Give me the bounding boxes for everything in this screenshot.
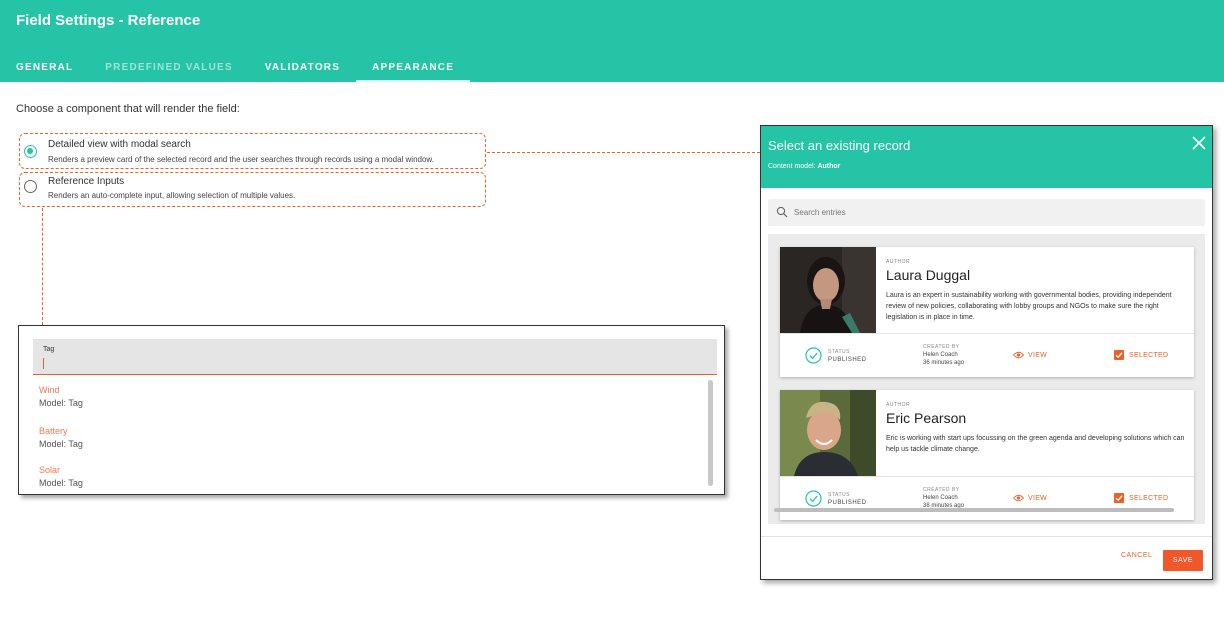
status-label: STATUS <box>828 492 850 498</box>
tag-item-model: Model: Tag <box>39 478 83 488</box>
status-label: STATUS <box>828 349 850 355</box>
select-record-modal: Select an existing record Content model:… <box>760 125 1213 580</box>
modal-subtitle: Content model: Author <box>768 163 840 170</box>
tag-list-scrollbar[interactable] <box>708 380 713 486</box>
close-icon[interactable] <box>1190 134 1208 152</box>
tag-item-name: Battery <box>39 426 68 436</box>
radio-detailed-view[interactable] <box>24 145 37 158</box>
page-title: Field Settings - Reference <box>16 12 201 29</box>
tab-appearance[interactable]: APPEARANCE <box>356 52 471 82</box>
radio-reference-inputs[interactable] <box>24 180 37 193</box>
modal-header: Select an existing record Content model:… <box>761 126 1212 188</box>
option-detailed-view-title: Detailed view with modal search <box>48 139 191 150</box>
created-by-name: Helen Coach <box>923 495 958 501</box>
tag-item-model: Model: Tag <box>39 439 83 449</box>
tag-autocomplete-panel: Tag Wind Model: Tag Battery Model: Tag S… <box>18 325 725 495</box>
results-list: AUTHOR Laura Duggal Laura is an expert i… <box>768 234 1205 524</box>
view-label: VIEW <box>1028 494 1048 502</box>
list-item[interactable]: Wind Model: Tag <box>39 385 83 408</box>
view-button[interactable]: VIEW <box>1013 494 1047 502</box>
connector-to-tag-panel <box>42 208 43 325</box>
author-photo <box>780 247 876 333</box>
field-settings-page: Field Settings - Reference GENERAL PREDE… <box>0 0 1224 632</box>
created-by-name: Helen Coach <box>923 352 958 358</box>
card-footer: STATUS PUBLISHED CREATED BY Helen Coach … <box>780 333 1194 377</box>
view-button[interactable]: VIEW <box>1013 351 1047 359</box>
view-label: VIEW <box>1028 351 1048 359</box>
modal-footer: CANCEL SAVE <box>761 536 1212 579</box>
created-by-label: CREATED BY <box>923 487 960 493</box>
tag-input-label: Tag <box>43 346 55 353</box>
tag-item-name: Wind <box>39 385 60 395</box>
option-detailed-view-description: Renders a preview card of the selected r… <box>48 155 434 164</box>
tag-item-model: Model: Tag <box>39 398 83 408</box>
search-placeholder: Search entries <box>794 208 846 217</box>
save-button[interactable]: SAVE <box>1163 550 1203 571</box>
header-bar: Field Settings - Reference GENERAL PREDE… <box>0 0 1224 82</box>
content-model-name: Author <box>817 163 841 170</box>
author-photo <box>780 390 876 476</box>
cancel-button[interactable]: CANCEL <box>1121 552 1152 559</box>
check-circle-icon <box>805 490 822 507</box>
tag-input[interactable]: Tag <box>33 339 717 375</box>
tab-validators[interactable]: VALIDATORS <box>249 52 356 82</box>
search-input[interactable]: Search entries <box>768 199 1205 226</box>
tab-predefined-values[interactable]: PREDEFINED VALUES <box>89 52 248 82</box>
list-item[interactable]: Solar Model: Tag <box>39 465 83 488</box>
card-kind: AUTHOR <box>886 259 911 265</box>
record-card[interactable]: AUTHOR Laura Duggal Laura is an expert i… <box>780 247 1194 377</box>
tag-item-name: Solar <box>39 465 61 475</box>
created-time: 36 minutes ago <box>923 360 965 366</box>
content-model-label: Content model: <box>768 163 816 170</box>
option-reference-inputs-title: Reference Inputs <box>48 176 125 187</box>
text-caret <box>43 358 44 369</box>
selected-toggle[interactable]: SELECTED <box>1114 350 1168 360</box>
check-circle-icon <box>805 347 822 364</box>
modal-title: Select an existing record <box>768 138 911 153</box>
card-name: Laura Duggal <box>886 267 971 283</box>
status-value: PUBLISHED <box>828 500 867 506</box>
list-item[interactable]: Battery Model: Tag <box>39 426 83 449</box>
card-kind: AUTHOR <box>886 402 911 408</box>
search-icon <box>776 206 788 218</box>
selected-label: SELECTED <box>1129 351 1169 359</box>
record-card[interactable]: AUTHOR Eric Pearson Eric is working with… <box>780 390 1194 520</box>
checkbox-checked-icon <box>1114 350 1124 360</box>
selected-toggle[interactable]: SELECTED <box>1114 493 1168 503</box>
connector-to-modal <box>487 152 760 153</box>
eye-icon <box>1013 351 1024 359</box>
tab-general[interactable]: GENERAL <box>0 52 89 82</box>
tab-bar: GENERAL PREDEFINED VALUES VALIDATORS APP… <box>0 52 471 82</box>
card-description: Laura is an expert in sustainability wor… <box>886 292 1172 321</box>
card-name: Eric Pearson <box>886 410 967 426</box>
card-description: Eric is working with start ups focussing… <box>886 435 1185 453</box>
created-by-label: CREATED BY <box>923 344 960 350</box>
component-prompt: Choose a component that will render the … <box>16 103 240 115</box>
status-value: PUBLISHED <box>828 357 867 363</box>
tag-suggestion-list: Wind Model: Tag Battery Model: Tag Solar… <box>33 376 717 494</box>
eye-icon <box>1013 494 1024 502</box>
results-scrollbar[interactable] <box>774 508 1174 512</box>
card-footer: STATUS PUBLISHED CREATED BY Helen Coach … <box>780 476 1194 520</box>
selected-label: SELECTED <box>1129 494 1169 502</box>
option-reference-inputs-description: Renders an auto-complete input, allowing… <box>48 191 296 200</box>
checkbox-checked-icon <box>1114 493 1124 503</box>
